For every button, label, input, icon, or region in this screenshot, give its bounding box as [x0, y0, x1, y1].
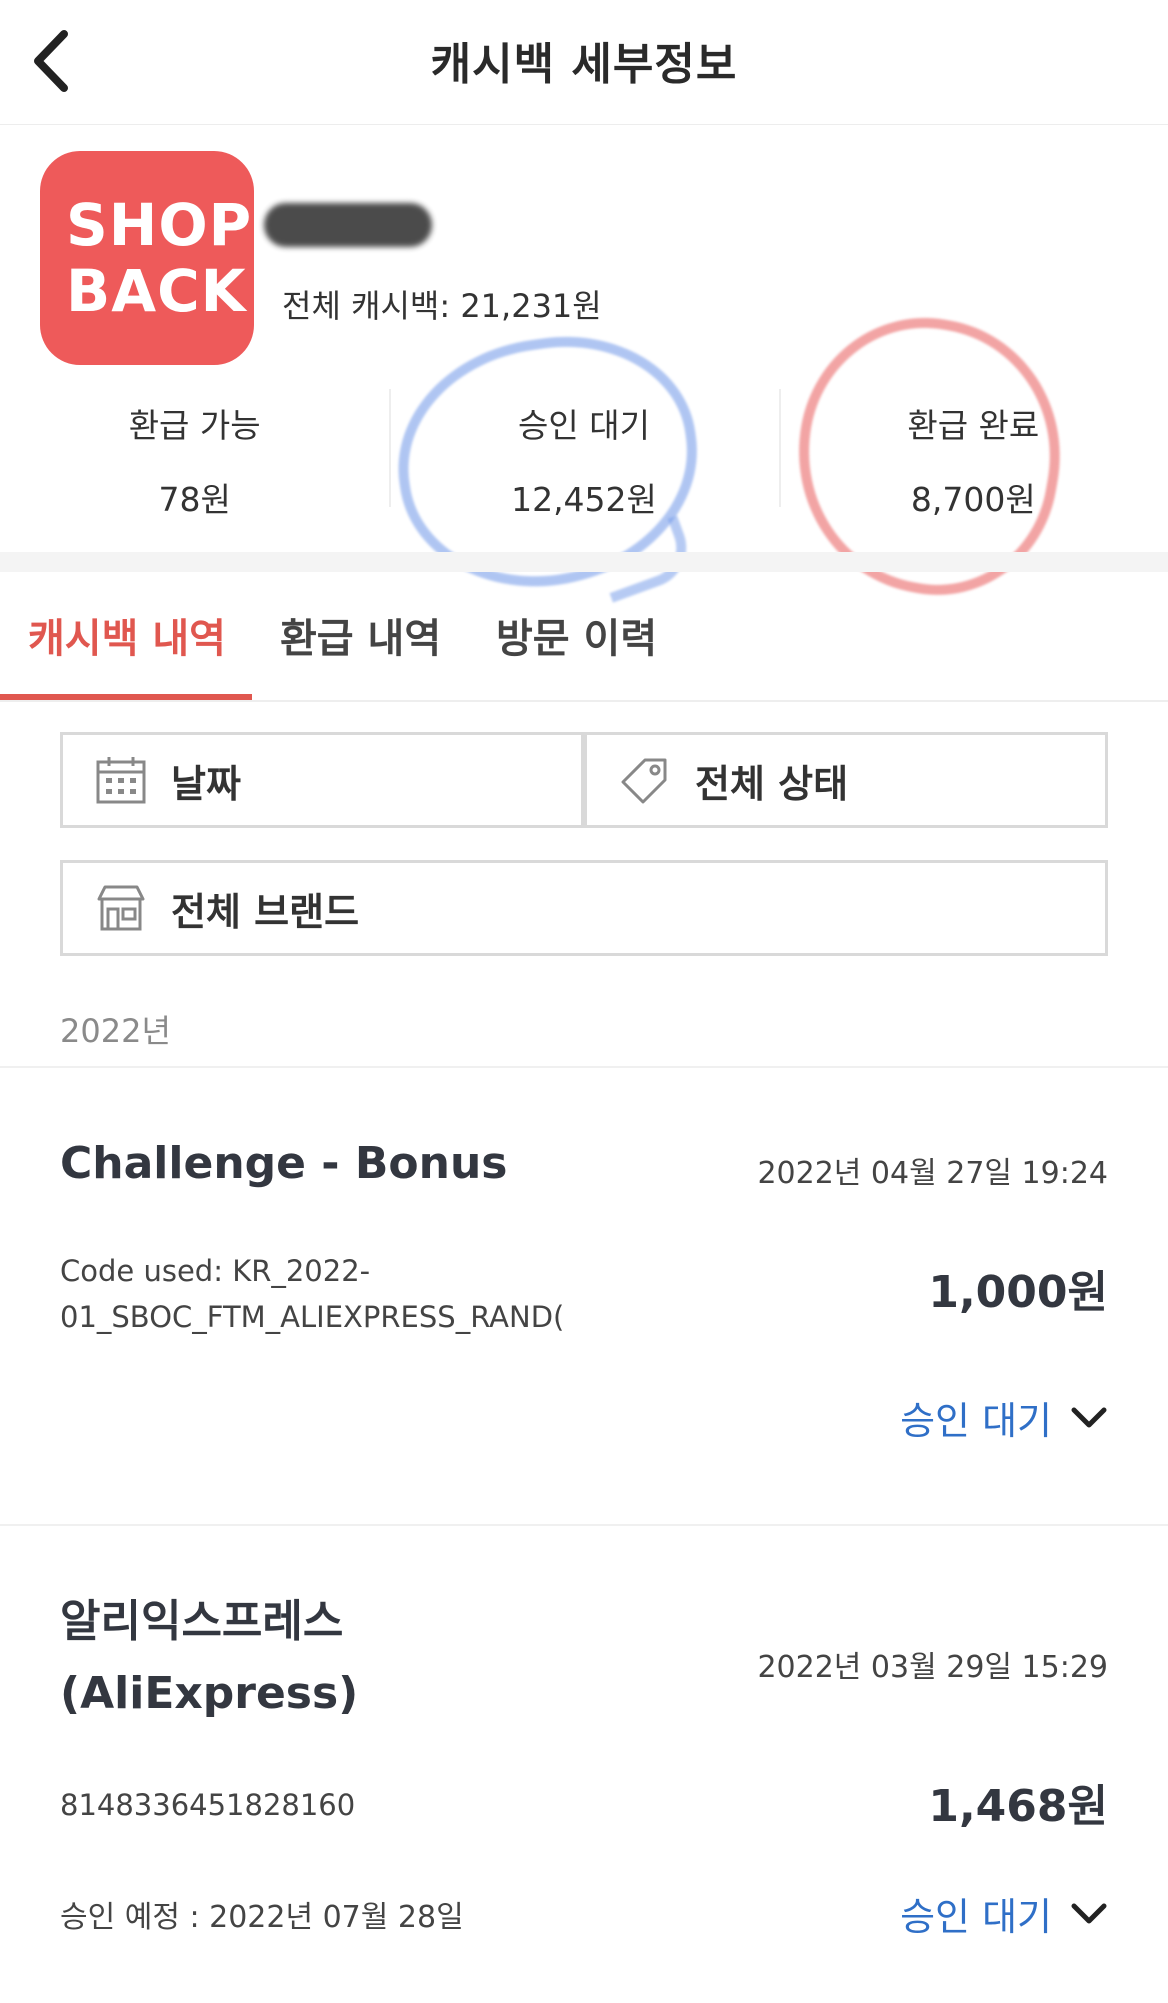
- redacted-username: [264, 203, 432, 247]
- total-cashback: 전체 캐시백: 21,231원: [282, 287, 602, 325]
- stat-label: 승인 대기: [518, 406, 650, 445]
- status-toggle[interactable]: 승인 대기: [900, 1390, 1108, 1445]
- year-header: 2022년: [60, 1012, 171, 1050]
- entry-amount: 1,000원: [928, 1267, 1108, 1318]
- tag-icon: [615, 750, 675, 810]
- tab-visit-history[interactable]: 방문 이력: [496, 606, 657, 664]
- entry-date: 2022년 03월 29일 15:29: [757, 1650, 1108, 1685]
- entry-code-line2: 01_SBOC_FTM_ALIEXPRESS_RAND(: [60, 1300, 565, 1334]
- entry-title: Challenge - Bonus: [60, 1138, 508, 1189]
- stat-value: 12,452원: [511, 480, 657, 519]
- cashback-stats: 환급 가능 78원 승인 대기 12,452원 환급 완료 8,700원: [0, 377, 1168, 527]
- status-filter[interactable]: 전체 상태: [584, 732, 1108, 828]
- stat-pending: 승인 대기 12,452원: [389, 377, 778, 527]
- stat-value: 78원: [158, 480, 231, 519]
- shopback-logo: SHOP BACK: [40, 151, 254, 365]
- stat-available: 환급 가능 78원: [0, 377, 389, 527]
- page-title: 캐시백 세부정보: [430, 39, 738, 90]
- chevron-down-icon[interactable]: [1070, 1901, 1108, 1927]
- divider: [0, 1066, 1168, 1068]
- active-tab-indicator: [0, 694, 252, 700]
- stat-completed: 환급 완료 8,700원: [778, 377, 1168, 527]
- entry-date: 2022년 04월 27일 19:24: [757, 1156, 1108, 1191]
- status-label: 승인 대기: [900, 1895, 1052, 1939]
- brand-filter[interactable]: 전체 브랜드: [60, 860, 1108, 956]
- logo-text-top: SHOP: [66, 191, 253, 259]
- stat-label: 환급 완료: [907, 406, 1040, 445]
- logo-text-bottom: BACK: [66, 257, 247, 325]
- entry-order-number: 8148336451828160: [60, 1788, 356, 1822]
- approval-expected-date: 승인 예정 : 2022년 07월 28일: [60, 1900, 464, 1935]
- entry-title-line1: 알리익스프레스: [60, 1596, 344, 1647]
- divider: [0, 1524, 1168, 1526]
- status-filter-label: 전체 상태: [695, 761, 849, 806]
- status-toggle[interactable]: 승인 대기: [900, 1886, 1108, 1941]
- calendar-icon: [91, 750, 151, 810]
- entry-amount: 1,468원: [928, 1781, 1108, 1832]
- brand-filter-label: 전체 브랜드: [171, 889, 360, 934]
- section-separator: [0, 552, 1168, 572]
- entry-code-line1: Code used: KR_2022-: [60, 1254, 371, 1288]
- tab-refund-history[interactable]: 환급 내역: [280, 606, 441, 664]
- entry-title-line2: (AliExpress): [60, 1668, 359, 1719]
- tab-cashback-history[interactable]: 캐시백 내역: [28, 606, 226, 664]
- date-filter-label: 날짜: [171, 761, 241, 806]
- stat-value: 8,700원: [910, 480, 1036, 519]
- date-filter[interactable]: 날짜: [60, 732, 584, 828]
- stat-label: 환급 가능: [128, 406, 261, 445]
- chevron-down-icon[interactable]: [1070, 1405, 1108, 1431]
- app-header: 캐시백 세부정보: [0, 0, 1168, 120]
- cashback-summary: SHOP BACK 전체 캐시백: 21,231원 환급 가능 78원 승인 대…: [0, 124, 1168, 614]
- status-label: 승인 대기: [900, 1399, 1052, 1443]
- tab-bar: 캐시백 내역 환급 내역 방문 이력: [0, 572, 1168, 702]
- store-icon: [91, 878, 151, 938]
